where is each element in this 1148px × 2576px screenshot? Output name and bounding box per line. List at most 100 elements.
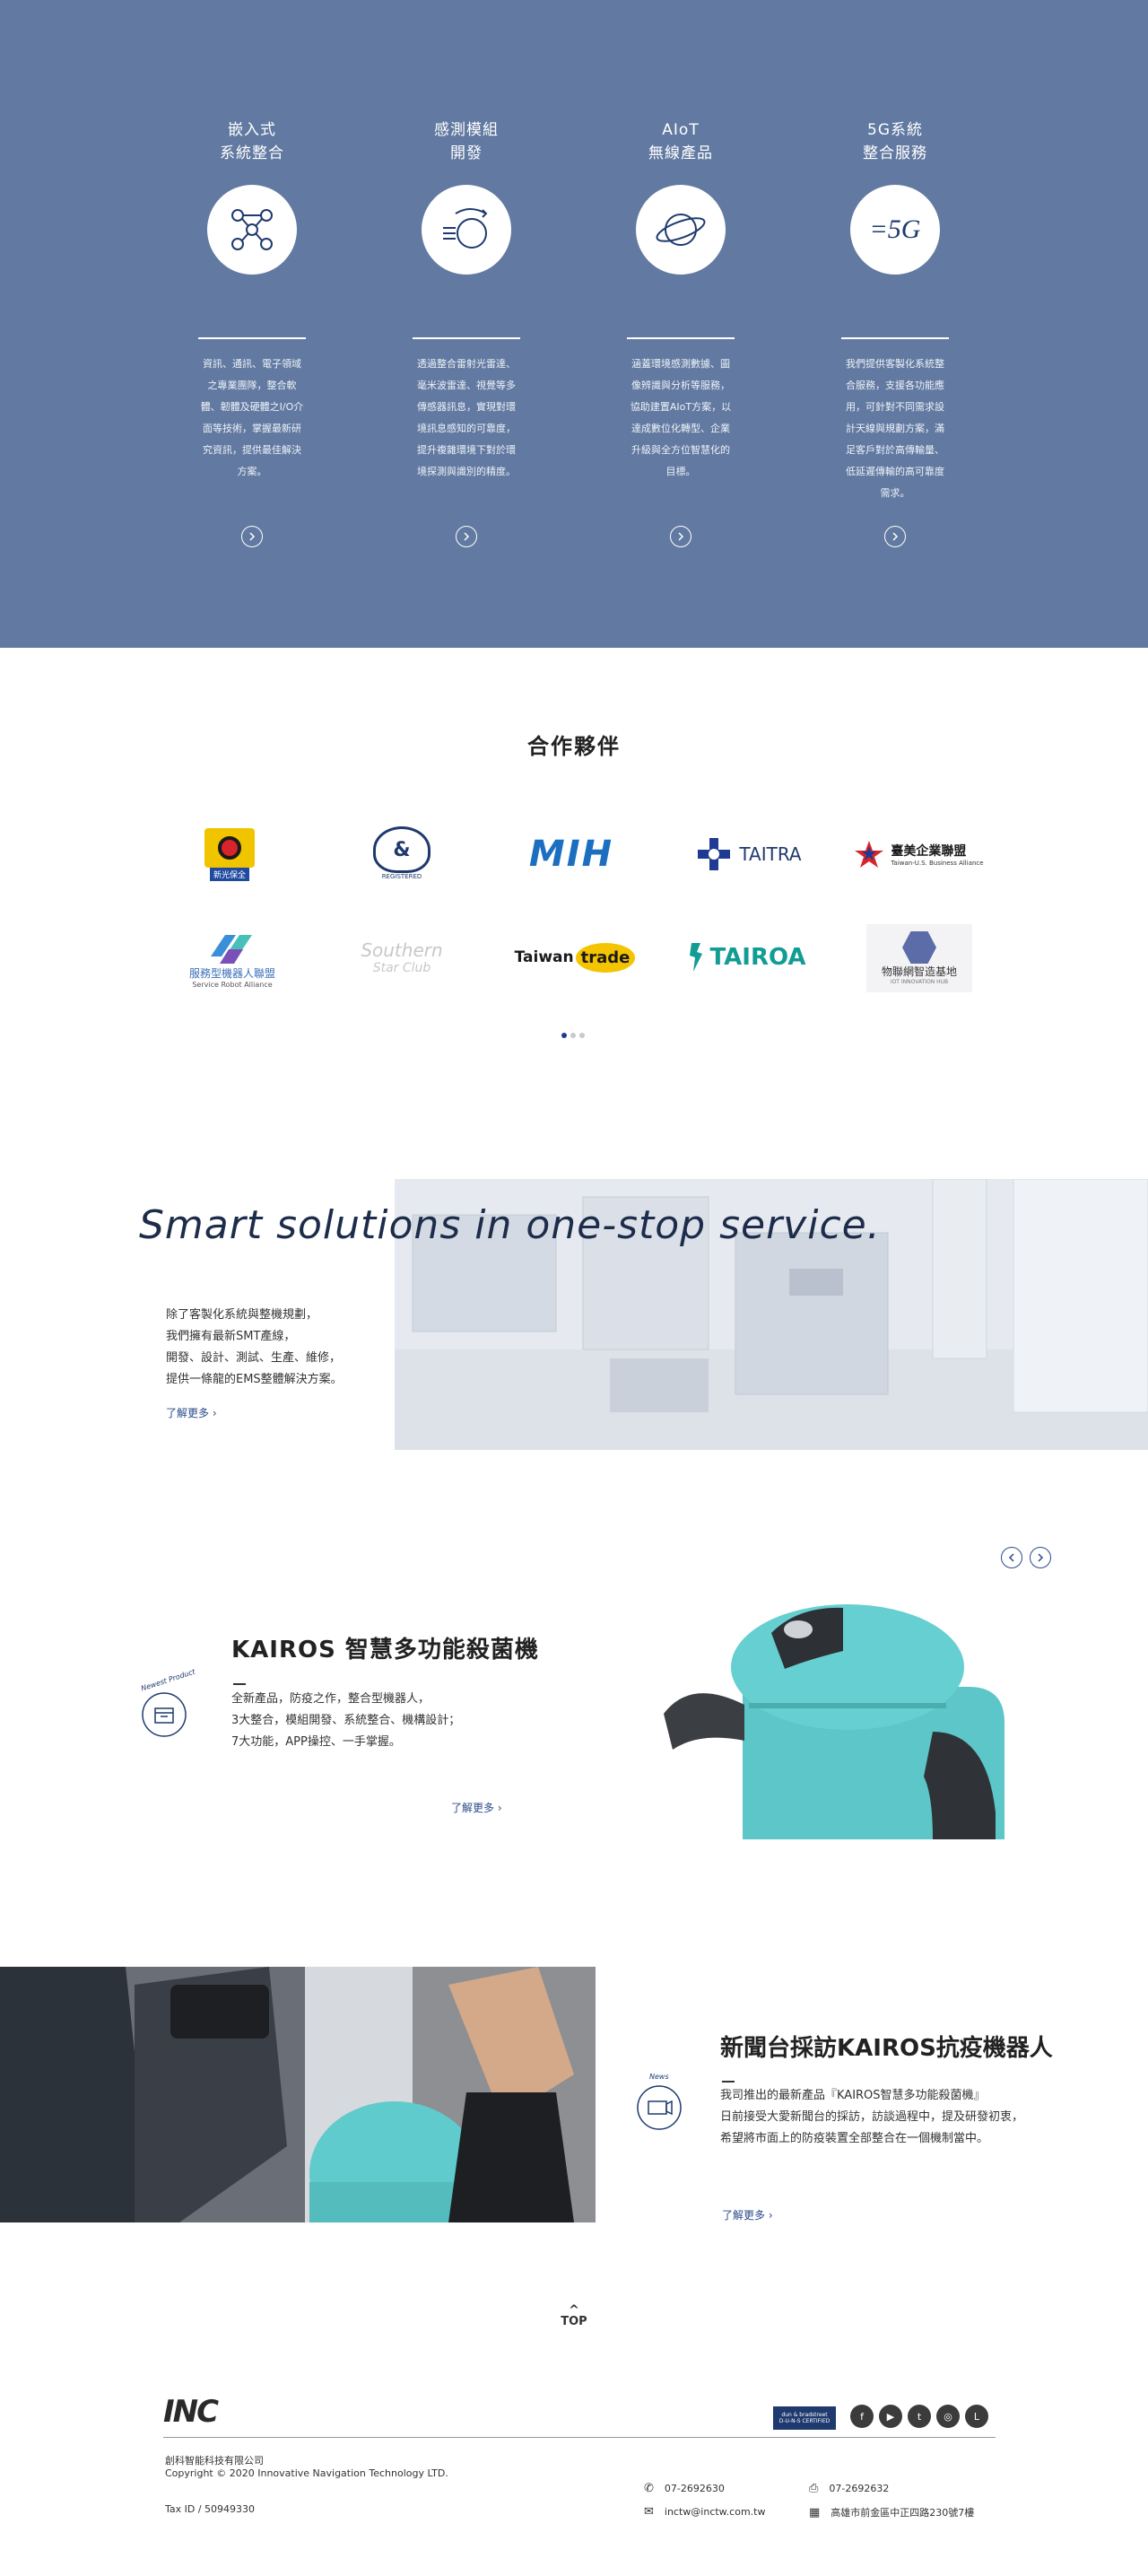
chevron-left-icon [1008,1553,1014,1562]
service-more-button[interactable] [241,526,263,547]
service-robot-emblem-icon [211,935,252,964]
news-learn-more-link[interactable]: 了解更多 › [722,2207,773,2222]
partner-logo-southern-star[interactable]: Southern Star Club [346,935,457,980]
instagram-icon[interactable]: ◎ [936,2405,960,2428]
partner-logo-duns[interactable]: & REGISTERED [366,824,438,883]
partner-logo-text: 臺美企業聯盟 Taiwan-U.S. Business Alliance [891,842,983,867]
partner-logo-sublabel: IOT INNOVATION HUB [890,979,949,985]
partner-logo-label: 物聯網智造基地 [881,965,957,978]
partner-logo-label: 服務型機器人聯盟 [188,967,275,980]
carousel-next-button[interactable] [1030,1547,1051,1568]
service-more-button[interactable] [884,526,906,547]
kairos-title: KAIROS 智慧多功能殺菌機 [231,1637,539,1663]
partner-logo-sublabel: Taiwan-U.S. Business Alliance [891,860,984,867]
social-links: f ▶ t ◎ L [850,2405,988,2428]
carousel-dot[interactable] [561,1033,567,1038]
partner-logo-label: Southern [361,939,443,961]
kairos-description: 全新產品，防疫之作，整合型機器人， 3大整合，模組開發、系統整合、機構設計； 7… [231,1692,461,1749]
twitter-icon[interactable]: t [908,2405,931,2428]
5g-icon-label: 5G [887,214,921,244]
partner-logo-taitra[interactable]: TAITRA [689,834,809,874]
learn-more-label: 了解更多 [451,1802,495,1814]
service-divider [413,337,520,339]
page: 嵌入式 系統整合 資訊、通訊、電子領域 之專業團隊，整合軟 體、韌體及硬體之I/… [0,0,1148,2576]
partner-logo-sublabel: Service Robot Alliance [192,981,273,989]
dnb-sublabel: D-U-N-S CERTIFIED [778,2418,831,2424]
service-divider [627,337,735,339]
kairos-learn-more-link[interactable]: 了解更多 › [451,1800,502,1815]
news-camera-icon [637,2085,682,2130]
footer-logo[interactable]: INC [163,2394,219,2430]
phone-icon: ✆ [644,2482,654,2495]
back-to-top-button[interactable]: ^ TOP [547,2303,601,2328]
partner-logo-tairoa[interactable]: TAIROA [680,937,814,978]
service-more-button[interactable] [670,526,691,547]
footer-fax: ⎙ 07-2692632 [809,2482,889,2495]
chevron-up-icon: ^ [569,2303,579,2318]
services-section: 嵌入式 系統整合 資訊、通訊、電子領域 之專業團隊，整合軟 體、韌體及硬體之I/… [0,0,1148,648]
news-divider [722,2081,735,2083]
carousel-pagination [561,1033,585,1038]
footer-address: ▦ 高雄市前金區中正四路230號7樓 [809,2505,974,2519]
partner-logo-mark [204,827,255,868]
youtube-icon[interactable]: ▶ [879,2405,902,2428]
news-photo-illustration [0,1967,596,2222]
fax-icon: ⎙ [809,2482,819,2495]
service-description: 我們提供客製化系統整 合服務，支援各功能應 用，可針對不同需求設 計天線與規劃方… [846,358,944,499]
chevron-right-icon: › [497,1802,502,1814]
partner-logo-service-robot[interactable]: 服務型機器人聯盟 Service Robot Alliance [183,926,282,992]
partner-logo-label: 新光保全 [209,867,249,881]
star-flag-icon [855,841,884,868]
fax-value: 07-2692632 [829,2483,890,2494]
news-badge: News [630,2073,689,2135]
learn-more-label: 了解更多 [166,1407,210,1419]
partner-logo-label: TAIROA [709,944,806,971]
kairos-divider [233,1683,246,1685]
footer-divider [163,2437,996,2438]
carousel-prev-button[interactable] [1001,1547,1022,1568]
partner-logo-sublabel: Star Club [372,961,431,975]
chevron-right-icon [1038,1553,1044,1562]
news-description: 我司推出的最新產品『KAIROS智慧多功能殺菌機』 日前接受大愛新聞台的採訪，訪… [720,2089,1024,2145]
chevron-right-icon [678,532,684,541]
learn-more-label: 了解更多 [722,2209,766,2222]
tairoa-emblem-icon [690,943,703,972]
chevron-right-icon [249,532,256,541]
carousel-dot[interactable] [579,1033,585,1038]
carousel-dot[interactable] [570,1033,576,1038]
partner-logo-taiwantrade[interactable]: Taiwan trade [515,937,636,978]
service-divider [841,337,949,339]
service-title: 嵌入式 系統整合 [220,121,284,162]
dnb-certified-badge: dun & bradstreet D-U-N-S CERTIFIED [773,2406,836,2430]
newest-product-badge: Newest Product [135,1667,196,1742]
network-nodes-icon [207,185,297,275]
chevron-right-icon: › [212,1407,217,1419]
building-icon: ▦ [809,2505,821,2519]
line-icon[interactable]: L [965,2405,988,2428]
facebook-icon[interactable]: f [850,2405,874,2428]
service-description: 透過整合雷射光雷達、 毫米波雷達、視覺等多 傳感器訊息，實現對環 境訊息感知的可… [417,358,516,477]
service-title: 5G系統 整合服務 [863,121,927,162]
kairos-robot-image [664,1597,1004,1839]
email-value: inctw@inctw.com.tw [664,2506,766,2518]
chevron-right-icon [464,532,470,541]
service-more-button[interactable] [456,526,477,547]
partners-title: 合作夥伴 [527,734,621,759]
partner-logo-skl[interactable]: 新光保全 [199,827,260,881]
address-value: 高雄市前金區中正四路230號7樓 [831,2507,975,2519]
smart-learn-more-link[interactable]: 了解更多 › [166,1405,217,1420]
smart-solutions-description: 除了客製化系統與整機規劃， 我們擁有最新SMT產線， 開發、設計、測試、生產、維… [166,1308,343,1386]
tax-id: Tax ID / 50949330 [165,2503,256,2515]
partner-logo-mih[interactable]: MIH [517,834,626,875]
footer-phone[interactable]: ✆ 07-2692630 [644,2482,725,2495]
mail-icon: ✉ [644,2505,654,2519]
partner-logo-emblem [218,835,241,860]
partner-logo-emblem: & [373,826,430,873]
partner-logo-iot-hub[interactable]: 物聯網智造基地 IOT INNOVATION HUB [866,924,972,992]
partner-logo-label: MIH [528,834,614,875]
footer-email[interactable]: ✉ inctw@inctw.com.tw [644,2505,765,2519]
partner-logo-sublabel: trade [575,942,636,973]
partner-logo-tusba[interactable]: 臺美企業聯盟 Taiwan-U.S. Business Alliance [847,834,990,874]
chevron-right-icon: › [768,2209,773,2222]
service-title: AIoT 無線產品 [648,121,713,162]
